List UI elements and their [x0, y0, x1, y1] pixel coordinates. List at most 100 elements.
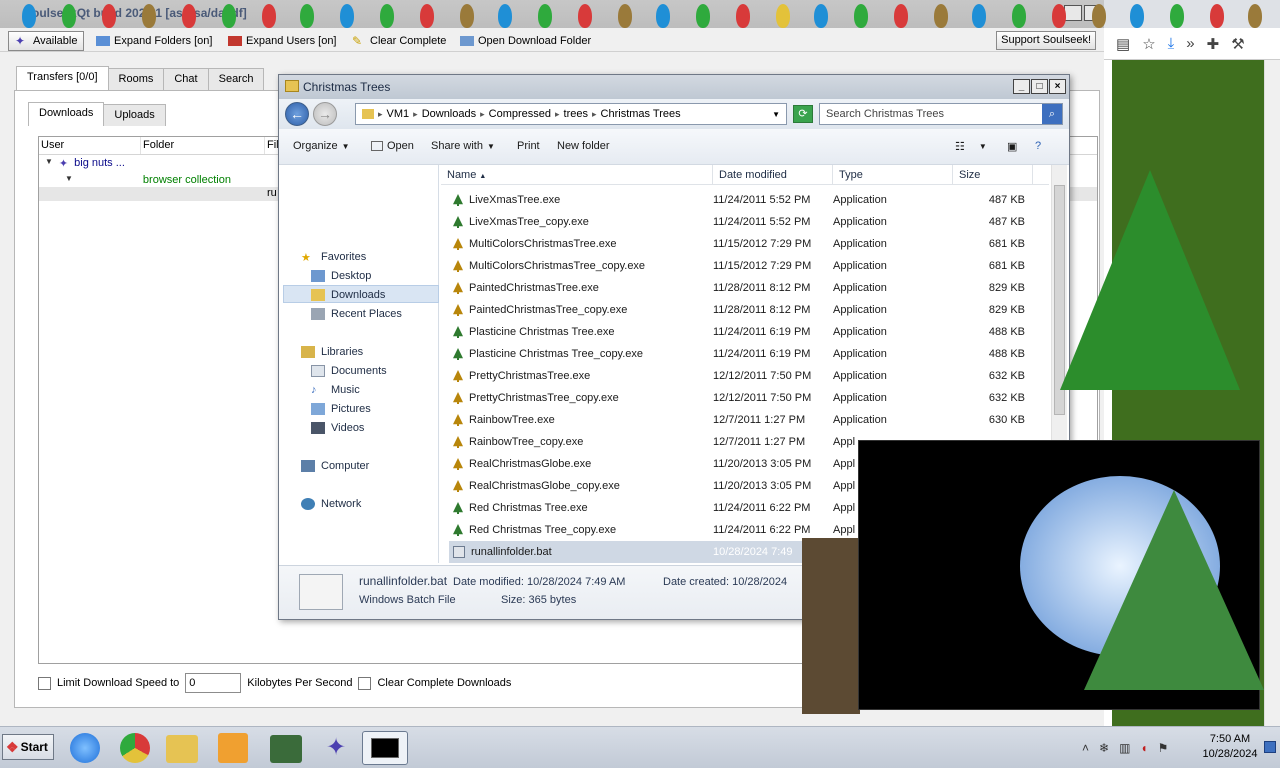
open-button[interactable]: Open — [371, 140, 414, 152]
soulseek-title-bar[interactable]: SoulseekQt build 2024.1 [asdfsa/dasdf] — [0, 0, 1104, 28]
bookmark-star-icon[interactable]: ☆ — [1142, 35, 1155, 53]
column-date-modified[interactable]: Date modified — [713, 165, 833, 185]
file-row[interactable]: LiveXmasTree_copy.exe 11/24/2011 5:52 PM A… — [453, 211, 1049, 233]
new-folder-button[interactable]: New folder — [557, 140, 610, 152]
chevron-right-icon[interactable]: ▸ — [378, 109, 383, 120]
help-icon[interactable]: ? — [1035, 140, 1041, 152]
view-options-button[interactable]: ☷ ▼ — [955, 140, 987, 153]
action-center-flag-icon[interactable]: ⚑ — [1158, 741, 1169, 755]
column-name[interactable]: Name ▲ — [441, 165, 713, 185]
maximize-icon[interactable]: □ — [1031, 79, 1048, 94]
nav-libraries[interactable]: Libraries — [301, 346, 363, 358]
nav-music[interactable]: ♪ Music — [311, 384, 360, 396]
back-arrow-icon[interactable]: ← — [285, 102, 309, 126]
chevron-right-icon[interactable]: ▸ — [592, 109, 597, 120]
tab-transfers[interactable]: Transfers [0/0] — [16, 66, 109, 90]
file-row[interactable]: RainbowTree.exe 12/7/2011 1:27 PM Applicat… — [453, 409, 1049, 431]
reader-icon[interactable]: ▤ — [1116, 35, 1130, 53]
share-with-button[interactable]: Share with ▼ — [431, 140, 495, 152]
extensions-overflow-icon[interactable]: » — [1186, 35, 1194, 52]
column-folder[interactable]: Folder — [141, 137, 265, 154]
command-prompt-icon[interactable] — [362, 731, 408, 765]
limit-speed-checkbox[interactable] — [38, 676, 51, 690]
column-size[interactable]: Size — [953, 165, 1033, 185]
breadcrumb-trees[interactable]: trees — [564, 108, 588, 120]
nav-recent-places[interactable]: Recent Places — [311, 308, 402, 320]
file-row[interactable]: PrettyChristmasTree.exe 12/12/2011 7:50 P… — [453, 365, 1049, 387]
soulseek-icon[interactable]: ✦ — [320, 733, 352, 763]
breadcrumb-vm1[interactable]: VM1 — [387, 108, 410, 120]
chrome-icon[interactable] — [120, 733, 150, 763]
available-button[interactable]: ✦ Available — [8, 31, 85, 51]
nav-desktop[interactable]: Desktop — [311, 270, 371, 282]
nav-favorites[interactable]: ★ Favorites — [301, 251, 366, 264]
internet-explorer-icon[interactable] — [70, 733, 100, 763]
chevron-right-icon[interactable]: ▸ — [555, 109, 560, 120]
support-soulseek-button[interactable]: Support Soulseek! — [996, 31, 1096, 50]
column-user[interactable]: User — [39, 137, 141, 154]
file-row[interactable]: PaintedChristmasTree.exe 11/28/2011 8:12 … — [453, 277, 1049, 299]
search-input[interactable]: Search Christmas Trees ⌕ — [819, 103, 1063, 125]
chevron-down-icon[interactable]: ▼ — [772, 110, 780, 119]
collapse-icon[interactable]: ▼ — [65, 174, 73, 186]
file-row[interactable]: MultiColorsChristmasTree_copy.exe 11/15/2… — [453, 255, 1049, 277]
task-manager-icon[interactable] — [270, 735, 302, 763]
nav-network[interactable]: Network — [301, 498, 361, 510]
nav-computer[interactable]: Computer — [301, 460, 369, 472]
chevron-right-icon[interactable]: ▸ — [413, 109, 418, 120]
wrench-icon[interactable]: ⚒ — [1231, 35, 1244, 53]
breadcrumb-compressed[interactable]: Compressed — [489, 108, 551, 120]
file-row[interactable]: Plasticine Christmas Tree_copy.exe 11/24/… — [453, 343, 1049, 365]
nav-documents[interactable]: Documents — [311, 365, 387, 377]
open-download-folder-button[interactable]: Open Download Folder — [460, 31, 591, 51]
minimize-icon[interactable]: _ — [1013, 79, 1030, 94]
table-row[interactable]: ▼ browser collection — [65, 174, 231, 186]
media-player-icon[interactable] — [218, 733, 248, 763]
show-desktop-button[interactable] — [1264, 741, 1276, 753]
tab-search[interactable]: Search — [207, 68, 265, 90]
refresh-icon[interactable]: ⟳ — [793, 105, 813, 123]
file-row[interactable]: Plasticine Christmas Tree.exe 11/24/2011 … — [453, 321, 1049, 343]
start-button[interactable]: ❖ Start — [2, 734, 54, 760]
clear-complete-button[interactable]: ✎ Clear Complete — [352, 31, 446, 51]
nav-pictures[interactable]: Pictures — [311, 403, 371, 415]
file-row[interactable]: LiveXmasTree.exe 11/24/2011 5:52 PM Applic… — [453, 189, 1049, 211]
download-icon[interactable]: ⤓ — [1168, 35, 1175, 52]
table-row[interactable]: ▼ ✦ big nuts ... — [45, 157, 125, 170]
address-bar[interactable]: ▸ VM1 ▸ Downloads ▸ Compressed ▸ trees ▸… — [355, 103, 787, 125]
clock[interactable]: 7:50 AM 10/28/2024 — [1198, 732, 1262, 762]
nav-downloads[interactable]: Downloads — [311, 289, 385, 301]
page-scrollbar[interactable] — [1264, 60, 1280, 726]
forward-arrow-icon[interactable]: → — [313, 102, 337, 126]
print-button[interactable]: Print — [517, 140, 540, 152]
show-hidden-icons-icon[interactable]: ˄ — [1082, 741, 1089, 755]
collapse-icon[interactable]: ▼ — [45, 157, 53, 170]
search-icon[interactable]: ⌕ — [1042, 104, 1062, 124]
puzzle-icon[interactable]: ✚ — [1207, 35, 1220, 53]
tab-chat[interactable]: Chat — [163, 68, 209, 90]
explorer-title-bar[interactable]: Christmas Trees _ □ × — [279, 75, 1069, 99]
speed-input[interactable] — [185, 673, 242, 693]
volume-muted-icon[interactable]: ◖ — [1140, 741, 1147, 755]
file-row[interactable]: PaintedChristmasTree_copy.exe 11/28/2011 … — [453, 299, 1049, 321]
tab-downloads[interactable]: Downloads — [28, 102, 105, 126]
expand-folders-button[interactable]: Expand Folders [on] — [96, 31, 212, 51]
breadcrumb-christmas-trees[interactable]: Christmas Trees — [601, 108, 681, 120]
tab-uploads[interactable]: Uploads — [103, 104, 166, 126]
snowflake-icon[interactable]: ❄ — [1099, 741, 1109, 755]
expand-users-button[interactable]: Expand Users [on] — [228, 31, 337, 51]
chevron-right-icon[interactable]: ▸ — [480, 109, 485, 120]
file-row[interactable]: PrettyChristmasTree_copy.exe 12/12/2011 7… — [453, 387, 1049, 409]
close-icon[interactable]: × — [1049, 79, 1066, 94]
clear-downloads-checkbox[interactable] — [358, 676, 372, 690]
nav-videos[interactable]: Videos — [311, 422, 364, 434]
file-row[interactable]: MultiColorsChristmasTree.exe 11/15/2012 7… — [453, 233, 1049, 255]
column-type[interactable]: Type — [833, 165, 953, 185]
breadcrumb-downloads[interactable]: Downloads — [422, 108, 476, 120]
network-tray-icon[interactable]: ▥ — [1119, 741, 1130, 755]
organize-button[interactable]: Organize ▼ — [293, 140, 350, 152]
preview-pane-icon[interactable]: ▣ — [1007, 140, 1017, 153]
file-explorer-icon[interactable] — [166, 735, 198, 763]
soulseek-maximize-icon[interactable] — [1064, 5, 1082, 21]
tab-rooms[interactable]: Rooms — [107, 68, 165, 90]
